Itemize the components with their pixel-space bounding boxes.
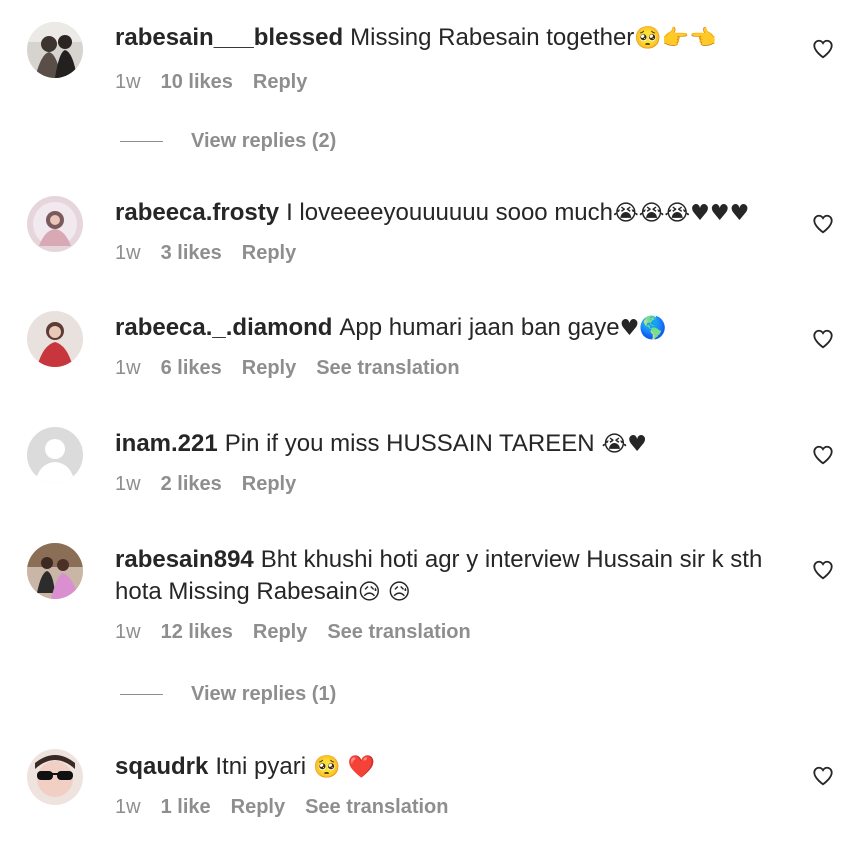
reply-button[interactable]: Reply: [242, 240, 296, 266]
see-translation-button[interactable]: See translation: [305, 794, 448, 820]
comment-text: I loveeeeyouuuuuu sooo much: [286, 199, 613, 226]
avatar[interactable]: [27, 22, 83, 78]
see-translation-button[interactable]: See translation: [316, 355, 459, 381]
comment-emoji: 😥 😥: [357, 580, 411, 605]
comment-time: 1w: [115, 242, 141, 264]
comment-text: Itni pyari: [215, 753, 307, 780]
heart-outline-icon[interactable]: [812, 213, 834, 235]
comment-likes[interactable]: 3 likes: [161, 240, 222, 266]
comment-emoji: 🥺👉👈: [634, 26, 717, 51]
comment-text-continued: hota Missing Rabesain: [115, 578, 358, 605]
comment-time: 1w: [115, 473, 141, 495]
divider: [120, 141, 163, 142]
view-replies-label: View replies (2): [191, 130, 337, 152]
see-translation-button[interactable]: See translation: [327, 619, 470, 645]
comment-emoji: 😭♥: [594, 432, 648, 457]
comment-text: Missing Rabesain together: [350, 24, 635, 51]
reply-button[interactable]: Reply: [253, 619, 307, 645]
view-replies-button[interactable]: View replies (1): [120, 683, 336, 706]
comment-username[interactable]: rabesain___blessed: [115, 24, 343, 51]
avatar[interactable]: [27, 311, 83, 367]
avatar[interactable]: [27, 543, 83, 599]
comment-time: 1w: [115, 71, 141, 93]
reply-button[interactable]: Reply: [231, 794, 285, 820]
avatar[interactable]: [27, 427, 83, 483]
comment-likes[interactable]: 6 likes: [161, 355, 222, 381]
reply-button[interactable]: Reply: [242, 355, 296, 381]
view-replies-button[interactable]: View replies (2): [120, 130, 336, 153]
reply-button[interactable]: Reply: [253, 69, 307, 95]
comment-likes[interactable]: 1 like: [161, 794, 211, 820]
comment-emoji: ♥🌎: [619, 316, 667, 341]
view-replies-label: View replies (1): [191, 683, 337, 705]
heart-outline-icon[interactable]: [812, 38, 834, 60]
comment-username[interactable]: rabeeca.frosty: [115, 199, 279, 226]
heart-outline-icon[interactable]: [812, 328, 834, 350]
comment-time: 1w: [115, 621, 141, 643]
avatar[interactable]: [27, 196, 83, 252]
comment-username[interactable]: sqaudrk: [115, 753, 208, 780]
avatar[interactable]: [27, 749, 83, 805]
comment-likes[interactable]: 2 likes: [161, 471, 222, 497]
heart-outline-icon[interactable]: [812, 444, 834, 466]
divider: [120, 694, 163, 695]
comment-text: App humari jaan ban gaye: [339, 314, 620, 341]
comment-likes[interactable]: 10 likes: [161, 69, 233, 95]
reply-button[interactable]: Reply: [242, 471, 296, 497]
comment-username[interactable]: rabeeca._.diamond: [115, 314, 332, 341]
comment-text: Bht khushi hoti agr y interview Hussain …: [260, 546, 763, 573]
comment-time: 1w: [115, 796, 141, 818]
comment-emoji: 🥺 ❤️: [306, 755, 375, 780]
comment-likes[interactable]: 12 likes: [161, 619, 233, 645]
comment-emoji: 😭😭😭♥♥♥: [613, 201, 750, 226]
heart-outline-icon[interactable]: [812, 559, 834, 581]
comment-username[interactable]: inam.221: [115, 430, 218, 457]
comment-text: Pin if you miss HUSSAIN TAREEN: [224, 430, 595, 457]
heart-outline-icon[interactable]: [812, 765, 834, 787]
comment-time: 1w: [115, 357, 141, 379]
comment-username[interactable]: rabesain894: [115, 546, 254, 573]
